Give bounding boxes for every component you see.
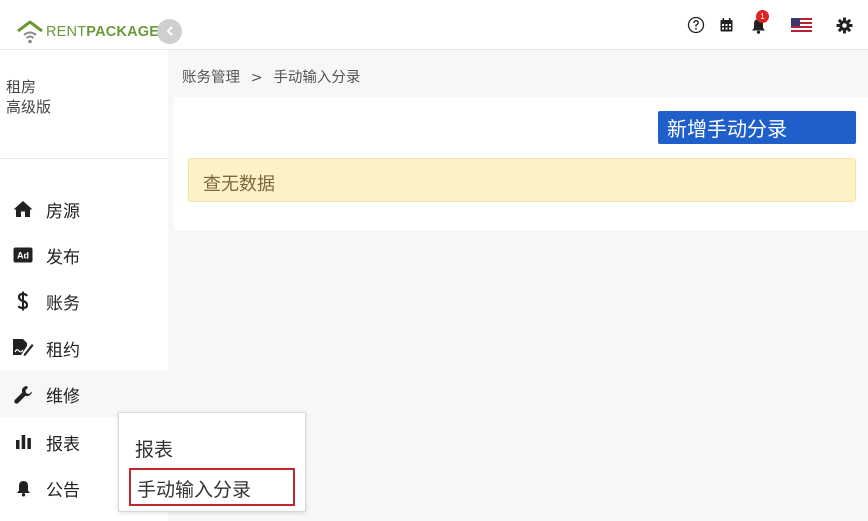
- plan-level: 高级版: [6, 98, 52, 116]
- wrench-icon: [0, 385, 46, 404]
- sidebar-collapse-button[interactable]: [157, 19, 182, 44]
- plan-info: 租房 高级版: [6, 77, 51, 117]
- sidebar-item-label: 房源: [46, 201, 80, 222]
- submenu-item-reports[interactable]: 报表: [135, 435, 173, 462]
- chevron-left-icon: [164, 22, 176, 41]
- sidebar-item-label: 公告: [46, 480, 80, 501]
- us-flag-icon[interactable]: [790, 10, 812, 40]
- add-manual-entry-button[interactable]: 新增手动分录: [658, 111, 856, 144]
- breadcrumb-separator: >: [250, 70, 263, 86]
- sidebar-item-label: 账务: [46, 293, 80, 314]
- sidebar-item-label: 维修: [46, 386, 80, 407]
- bell-icon: [0, 480, 46, 497]
- brand-logo[interactable]: RENTPACKAGE: [16, 18, 159, 46]
- svg-text:Ad: Ad: [17, 251, 29, 261]
- no-data-alert: 查无数据: [188, 158, 856, 202]
- sidebar-item-leases[interactable]: 租约: [0, 325, 168, 371]
- help-icon[interactable]: [687, 10, 705, 40]
- sidebar-item-label: 报表: [46, 434, 80, 455]
- plan-type: 租房: [6, 78, 37, 96]
- dollar-icon: [0, 291, 46, 311]
- notification-count-badge: 1: [756, 10, 769, 23]
- sidebar-item-properties[interactable]: 房源: [0, 186, 168, 232]
- notifications-button[interactable]: 1: [747, 10, 769, 40]
- top-header: RENTPACKAGE 1: [0, 0, 868, 50]
- accounting-submenu: 报表 手动输入分录: [118, 412, 306, 512]
- breadcrumb-parent[interactable]: 账务管理: [182, 70, 240, 86]
- breadcrumb-current: 手动输入分录: [273, 70, 361, 86]
- brand-name: RENTPACKAGE: [46, 24, 160, 40]
- sidebar-divider: [0, 158, 168, 159]
- calendar-icon[interactable]: [719, 10, 733, 40]
- house-wifi-icon: [16, 19, 44, 45]
- sidebar-item-maintenance[interactable]: 维修: [0, 371, 168, 417]
- sidebar-item-label: 发布: [46, 247, 80, 268]
- gear-icon[interactable]: [835, 10, 853, 40]
- ad-icon: Ad: [0, 247, 46, 263]
- sidebar-item-listings[interactable]: Ad 发布: [0, 232, 168, 278]
- contract-sign-icon: [0, 338, 46, 358]
- sidebar-item-label: 租约: [46, 340, 80, 361]
- breadcrumb: 账务管理 > 手动输入分录: [182, 66, 360, 87]
- submenu-item-manual-entry[interactable]: 手动输入分录: [129, 468, 295, 506]
- home-icon: [0, 200, 46, 218]
- content-panel: 新增手动分录 查无数据: [174, 97, 868, 230]
- sidebar-item-accounting[interactable]: 账务: [0, 278, 168, 324]
- bar-chart-icon: [0, 434, 46, 450]
